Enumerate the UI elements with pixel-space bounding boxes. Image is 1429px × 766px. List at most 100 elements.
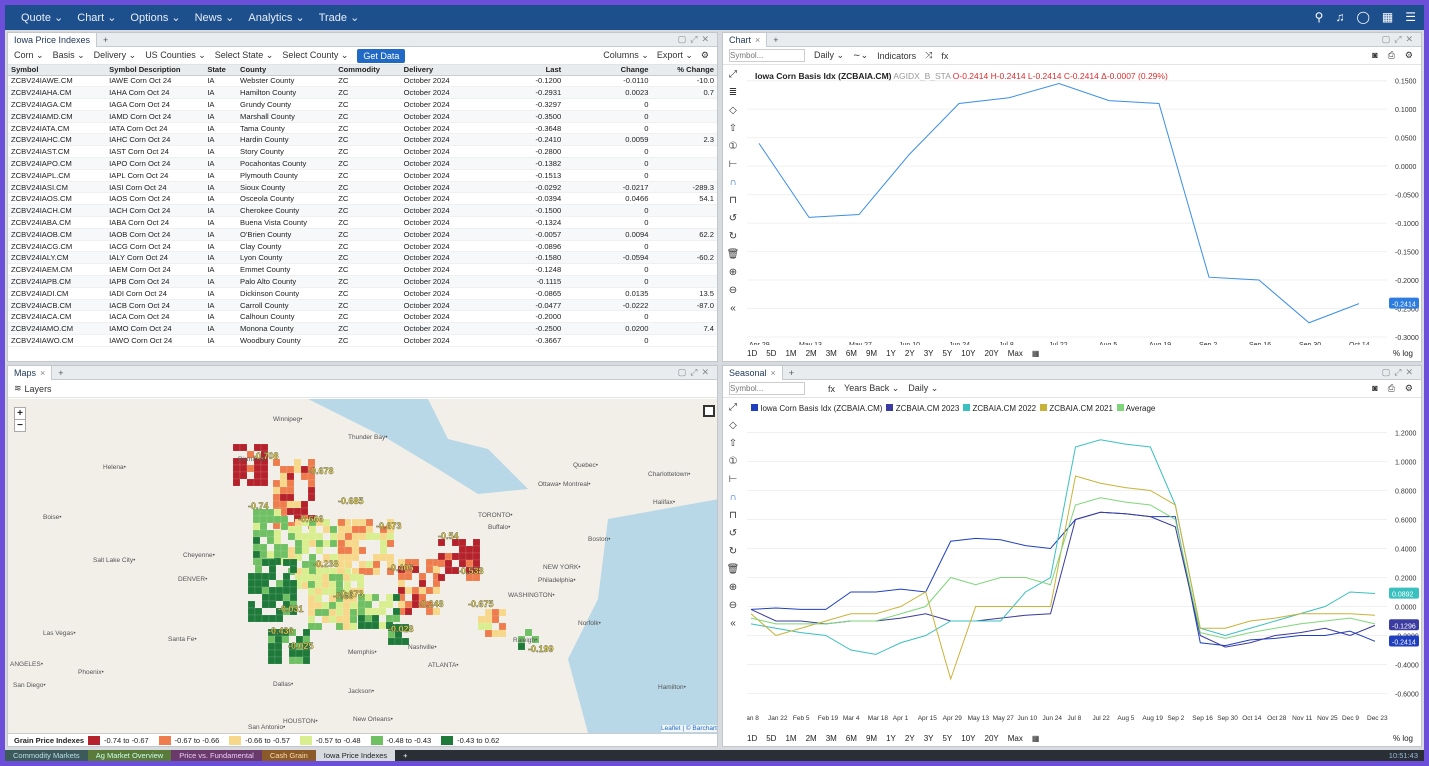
county-cell[interactable] (394, 637, 403, 646)
county-cell[interactable] (335, 601, 344, 610)
county-cell[interactable] (293, 458, 302, 467)
table-row[interactable]: ZCBV24IAEM.CM IAEM Corn Oct 24 IA Emmet Cou… (8, 263, 717, 277)
county-cell[interactable] (458, 552, 467, 561)
county-cell[interactable] (349, 608, 358, 617)
table-row[interactable]: ZCBV24IAMD.CM IAMD Corn Oct 24 IA Marshall … (8, 110, 717, 123)
county-cell[interactable] (444, 552, 453, 561)
print-icon[interactable]: ⎙ (1388, 383, 1395, 394)
chart-type-icon[interactable]: ∼⌄ (853, 50, 868, 61)
map-canvas[interactable]: Winnipeg• Bismarck• Helena• Boise• Salt Lake… (8, 399, 718, 733)
period-button[interactable]: 10Y (961, 734, 975, 743)
county-cell[interactable] (246, 478, 255, 487)
workspace-tab[interactable]: Cash Grain (261, 750, 316, 761)
county-cell[interactable] (321, 615, 330, 624)
filter-region[interactable]: US Counties ⌄ (145, 50, 206, 61)
measure-tool-icon[interactable]: ⊢ (729, 159, 738, 170)
get-data-button[interactable]: Get Data (357, 48, 406, 63)
window-controls-icon[interactable]: ▢⤢✕ (1382, 34, 1417, 45)
county-cell[interactable] (314, 594, 323, 603)
county-cell[interactable] (289, 593, 298, 602)
choropleth-map[interactable]: Winnipeg•Bismarck•Helena•Boise•Salt Lake… (8, 399, 718, 733)
county-cell[interactable] (314, 601, 323, 610)
window-controls-icon[interactable]: ▢⤢✕ (1382, 367, 1417, 378)
county-cell[interactable] (301, 532, 310, 541)
period-button[interactable]: 1Y (886, 349, 896, 358)
period-button[interactable]: 5Y (942, 349, 952, 358)
layers-button[interactable]: Layers (25, 384, 52, 394)
county-cell[interactable] (372, 553, 381, 562)
period-button[interactable]: Max (1008, 734, 1023, 743)
county-cell[interactable] (266, 550, 275, 559)
county-cell[interactable] (301, 539, 310, 548)
county-cell[interactable] (472, 545, 481, 554)
years-back-select[interactable]: Years Back ⌄ (844, 383, 899, 394)
filter-state[interactable]: Select State ⌄ (215, 50, 274, 61)
legend-item[interactable]: ZCBAIA.CM 2021 (1040, 404, 1113, 413)
county-cell[interactable] (286, 479, 295, 488)
county-cell[interactable] (307, 458, 316, 467)
county-cell[interactable] (273, 550, 282, 559)
county-cell[interactable] (321, 573, 330, 582)
column-header[interactable]: County (237, 65, 336, 76)
county-cell[interactable] (315, 546, 324, 555)
county-cell[interactable] (273, 515, 282, 524)
table-row[interactable]: ZCBV24IABA.CM IABA Corn Oct 24 IA Buena Vis… (8, 216, 717, 229)
legend-swatch[interactable] (229, 735, 242, 745)
measure-tool-icon[interactable]: ⊢ (729, 474, 738, 485)
county-cell[interactable] (279, 472, 288, 481)
legend-swatch[interactable] (370, 735, 383, 745)
nav-options[interactable]: Options ⌄ (130, 11, 180, 24)
columns-button[interactable]: Columns ⌄ (603, 50, 649, 61)
county-cell[interactable] (308, 539, 317, 548)
county-cell[interactable] (232, 443, 241, 452)
county-cell[interactable] (351, 546, 360, 555)
county-cell[interactable] (275, 579, 284, 588)
county-cell[interactable] (484, 629, 493, 638)
period-button[interactable]: 2M (806, 349, 817, 358)
column-header[interactable]: State (204, 65, 238, 76)
county-cell[interactable] (314, 587, 323, 596)
table-row[interactable]: ZCBV24IATA.CM IATA Corn Oct 24 IA Tama Coun… (8, 122, 717, 135)
county-cell[interactable] (267, 649, 276, 658)
county-cell[interactable] (392, 593, 401, 602)
county-cell[interactable] (294, 539, 303, 548)
county-cell[interactable] (275, 614, 284, 623)
table-row[interactable]: ZCBV24IAPB.CM IAPB Corn Oct 24 IA Palo Alto… (8, 275, 717, 288)
interval-select[interactable]: Daily ⌄ (814, 50, 844, 61)
county-cell[interactable] (273, 536, 282, 545)
county-cell[interactable] (307, 573, 316, 582)
table-row[interactable]: ZCBV24IAPL.CM IAPL Corn Oct 24 IA Plymouth … (8, 169, 717, 182)
county-cell[interactable] (307, 486, 316, 495)
export-button[interactable]: Export ⌄ (657, 50, 693, 61)
period-button[interactable]: 5D (766, 734, 776, 743)
county-cell[interactable] (315, 539, 324, 548)
county-cell[interactable] (307, 479, 316, 488)
county-cell[interactable] (337, 525, 346, 534)
county-cell[interactable] (279, 493, 288, 502)
table-row[interactable]: ZCBV24IAST.CM IAST Corn Oct 24 IA Story Cou… (8, 145, 717, 159)
county-cell[interactable] (252, 515, 261, 524)
county-cell[interactable] (272, 500, 281, 509)
text-tool-icon[interactable]: ① (729, 141, 738, 152)
county-cell[interactable] (444, 566, 453, 575)
county-cell[interactable] (335, 608, 344, 617)
county-cell[interactable] (268, 593, 277, 602)
county-cell[interactable] (418, 586, 427, 595)
period-button[interactable]: Max (1008, 349, 1023, 358)
fib-tool-icon[interactable]: ≣ (729, 87, 737, 98)
county-cell[interactable] (337, 546, 346, 555)
add-workspace-icon[interactable]: + (395, 750, 415, 761)
table-row[interactable]: ZCBV24IAOS.CM IAOS Corn Oct 24 IA Osceola C… (8, 192, 717, 206)
period-button[interactable]: 2Y (905, 734, 915, 743)
county-cell[interactable] (337, 532, 346, 541)
period-button[interactable]: 3M (826, 734, 837, 743)
table-row[interactable]: ZCBV24IASI.CM IASI Corn Oct 24 IA Sioux Cou… (8, 181, 717, 194)
interval-select[interactable]: Daily ⌄ (908, 383, 938, 394)
legend-item[interactable]: ZCBAIA.CM 2022 (963, 404, 1036, 413)
legend-item[interactable]: Iowa Corn Basis Idx (ZCBAIA.CM) (751, 404, 882, 413)
county-cell[interactable] (307, 580, 316, 589)
county-cell[interactable] (307, 594, 316, 603)
county-cell[interactable] (342, 601, 351, 610)
county-cell[interactable] (275, 586, 284, 595)
county-cell[interactable] (322, 518, 331, 527)
